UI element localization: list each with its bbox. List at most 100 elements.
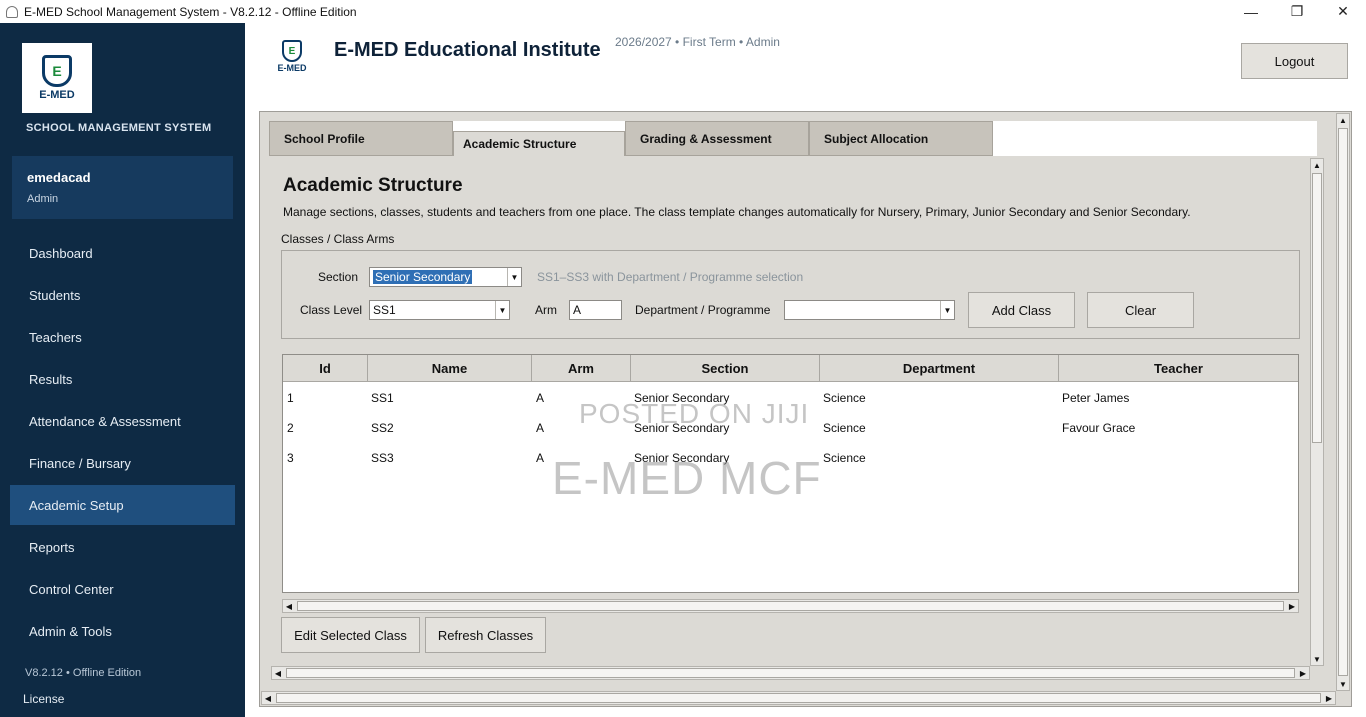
close-button[interactable]: ✕: [1320, 0, 1366, 23]
scroll-right-icon[interactable]: ▶: [1297, 667, 1309, 679]
group-label: Classes / Class Arms: [281, 232, 395, 246]
header-logo-text: E-MED: [277, 63, 307, 73]
cell-id: 2: [287, 421, 294, 435]
section-select[interactable]: Senior Secondary ▼: [369, 267, 522, 287]
license-link[interactable]: License: [23, 692, 64, 706]
column-header-name[interactable]: Name: [368, 355, 532, 382]
window-title: E-MED School Management System - V8.2.12…: [24, 4, 357, 19]
table-row[interactable]: 3 SS3 A Senior Secondary Science: [283, 443, 1298, 473]
sidebar-item-admin-tools[interactable]: Admin & Tools: [10, 611, 235, 651]
institution-name: E-MED Educational Institute: [334, 39, 601, 61]
scroll-thumb[interactable]: [286, 668, 1295, 678]
sidebar-item-dashboard[interactable]: Dashboard: [10, 233, 235, 273]
cell-id: 1: [287, 391, 294, 405]
app-icon: [6, 5, 18, 18]
window-titlebar: E-MED School Management System - V8.2.12…: [0, 0, 1366, 23]
scroll-thumb[interactable]: [276, 693, 1321, 703]
column-header-id[interactable]: Id: [283, 355, 368, 382]
tab-academic-structure[interactable]: Academic Structure: [453, 131, 625, 156]
scroll-right-icon[interactable]: ▶: [1286, 600, 1298, 612]
table-row[interactable]: 2 SS2 A Senior Secondary Science Favour …: [283, 413, 1298, 443]
sidebar-nav: Dashboard Students Teachers Results Atte…: [10, 233, 235, 653]
section-label: Section: [318, 270, 359, 284]
arm-input[interactable]: A: [569, 300, 622, 320]
add-class-button[interactable]: Add Class: [968, 292, 1075, 328]
cell-teacher: Favour Grace: [1062, 421, 1136, 435]
shield-icon: E: [42, 55, 72, 87]
school-logo: E E-MED: [22, 43, 92, 113]
cell-arm: A: [536, 391, 545, 405]
cell-id: 3: [287, 451, 294, 465]
scroll-thumb[interactable]: [297, 601, 1284, 611]
chevron-down-icon: ▼: [507, 268, 521, 286]
shield-icon: E: [282, 40, 302, 62]
table-header: Id Name Arm Section Department Teacher: [283, 355, 1298, 382]
scroll-left-icon[interactable]: ◀: [272, 667, 284, 679]
user-card: emedacad Admin: [12, 156, 233, 219]
logout-button[interactable]: Logout: [1241, 43, 1348, 79]
table-row[interactable]: 1 SS1 A Senior Secondary Science Peter J…: [283, 383, 1298, 413]
logo-text: E-MED: [39, 89, 75, 101]
tab-subject-allocation[interactable]: Subject Allocation: [809, 121, 993, 156]
sidebar-item-attendance[interactable]: Attendance & Assessment: [10, 401, 235, 441]
tab-grading-assessment[interactable]: Grading & Assessment: [625, 121, 809, 156]
scroll-thumb[interactable]: [1312, 173, 1322, 443]
class-level-value: SS1: [373, 303, 396, 317]
classes-table: Id Name Arm Section Department Teacher 1…: [282, 354, 1299, 593]
maximize-button[interactable]: ❐: [1274, 0, 1320, 23]
column-header-arm[interactable]: Arm: [532, 355, 631, 382]
sidebar-item-results[interactable]: Results: [10, 359, 235, 399]
page-description: Manage sections, classes, students and t…: [283, 205, 1191, 219]
section-select-value: Senior Secondary: [373, 270, 473, 284]
window-controls: — ❐ ✕: [1228, 0, 1366, 23]
class-level-label: Class Level: [300, 303, 363, 317]
sidebar-item-finance[interactable]: Finance / Bursary: [10, 443, 235, 483]
column-header-department[interactable]: Department: [820, 355, 1059, 382]
user-name: emedacad: [27, 170, 91, 185]
arm-label: Arm: [535, 303, 557, 317]
cell-name: SS2: [371, 421, 394, 435]
minimize-button[interactable]: —: [1228, 0, 1274, 23]
chevron-down-icon: ▼: [495, 301, 509, 319]
sidebar-item-control-center[interactable]: Control Center: [10, 569, 235, 609]
sidebar: E E-MED SCHOOL MANAGEMENT SYSTEM emedaca…: [0, 23, 245, 717]
class-level-select[interactable]: SS1 ▼: [369, 300, 510, 320]
sidebar-item-students[interactable]: Students: [10, 275, 235, 315]
sidebar-item-teachers[interactable]: Teachers: [10, 317, 235, 357]
header-logo: E E-MED: [273, 40, 311, 80]
sidebar-item-academic-setup[interactable]: Academic Setup: [10, 485, 235, 525]
scroll-down-icon[interactable]: ▼: [1337, 678, 1349, 690]
cell-teacher: [1058, 443, 1062, 473]
scroll-up-icon[interactable]: ▲: [1311, 159, 1323, 171]
outer-vertical-scrollbar[interactable]: ▲ ▼: [1336, 113, 1350, 691]
scroll-left-icon[interactable]: ◀: [283, 600, 295, 612]
tab-school-profile[interactable]: School Profile: [269, 121, 453, 156]
refresh-classes-button[interactable]: Refresh Classes: [425, 617, 546, 653]
sidebar-item-reports[interactable]: Reports: [10, 527, 235, 567]
user-role: Admin: [27, 193, 59, 205]
scroll-left-icon[interactable]: ◀: [262, 692, 274, 704]
outer-horizontal-scrollbar[interactable]: ◀ ▶: [261, 691, 1336, 705]
edit-selected-class-button[interactable]: Edit Selected Class: [281, 617, 420, 653]
cell-section: Senior Secondary: [634, 451, 730, 465]
section-hint: SS1–SS3 with Department / Programme sele…: [537, 270, 804, 284]
session-meta: 2026/2027 • First Term • Admin: [615, 35, 780, 49]
panel-horizontal-scrollbar[interactable]: ◀ ▶: [271, 666, 1310, 680]
column-header-teacher[interactable]: Teacher: [1059, 355, 1298, 382]
cell-department: Science: [823, 391, 866, 405]
clear-button[interactable]: Clear: [1087, 292, 1194, 328]
scroll-down-icon[interactable]: ▼: [1311, 653, 1323, 665]
cell-section: Senior Secondary: [634, 421, 730, 435]
chevron-down-icon: ▼: [940, 301, 954, 319]
cell-department: Science: [823, 421, 866, 435]
scroll-thumb[interactable]: [1338, 128, 1348, 676]
scroll-up-icon[interactable]: ▲: [1337, 114, 1349, 126]
panel-vertical-scrollbar[interactable]: ▲ ▼: [1310, 158, 1324, 666]
scroll-right-icon[interactable]: ▶: [1323, 692, 1335, 704]
table-horizontal-scrollbar[interactable]: ◀ ▶: [282, 599, 1299, 613]
column-header-section[interactable]: Section: [631, 355, 820, 382]
department-select[interactable]: ▼: [784, 300, 955, 320]
cell-department: Science: [823, 451, 866, 465]
system-name: SCHOOL MANAGEMENT SYSTEM: [26, 122, 212, 134]
cell-arm: A: [536, 451, 545, 465]
